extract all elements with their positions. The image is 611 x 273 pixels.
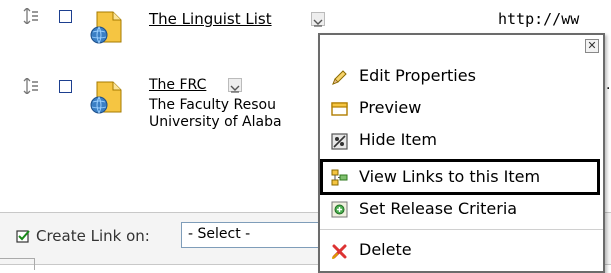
close-icon[interactable]: ✕ — [585, 39, 599, 53]
release-criteria-icon — [331, 201, 348, 218]
menu-item-delete[interactable]: Delete — [320, 235, 603, 267]
create-link-select[interactable]: - Select - — [181, 222, 321, 248]
menu-item-view-links[interactable]: View Links to this Item — [320, 159, 600, 195]
item-title-link[interactable]: The FRC — [149, 77, 206, 93]
context-menu-button[interactable] — [311, 12, 325, 27]
item-title-link[interactable]: The Linguist List — [149, 10, 272, 28]
menu-item-edit-properties[interactable]: Edit Properties — [320, 61, 603, 93]
item-url[interactable]: http://ww — [498, 10, 579, 28]
menu-item-label: Set Release Criteria — [359, 199, 518, 218]
menu-item-label: Hide Item — [359, 130, 437, 149]
menu-item-preview[interactable]: Preview — [320, 93, 603, 125]
pencil-icon — [332, 70, 347, 85]
preview-window-icon — [331, 102, 348, 116]
create-link-label: Create Link on: — [36, 227, 150, 245]
menu-item-label: Delete — [359, 240, 412, 259]
view-links-icon — [331, 169, 348, 186]
delete-x-icon — [332, 244, 347, 259]
drag-handle-icon[interactable] — [22, 8, 38, 24]
menu-item-set-release-criteria[interactable]: Set Release Criteria — [320, 199, 603, 225]
context-menu: ✕ Edit Properties Preview Hide Item View… — [318, 33, 605, 273]
item-description-line: The Faculty Resou — [149, 97, 276, 113]
chevron-down-icon — [313, 19, 323, 27]
drag-handle-icon[interactable] — [22, 78, 38, 94]
select-checkbox[interactable] — [59, 10, 72, 23]
context-menu-button[interactable] — [228, 78, 242, 93]
menu-item-label: View Links to this Item — [359, 167, 541, 186]
bottom-stub — [0, 258, 35, 270]
menu-item-label: Edit Properties — [359, 66, 476, 85]
overflow-dots: . — [606, 77, 611, 93]
chevron-down-icon — [230, 85, 240, 93]
web-link-icon — [90, 81, 122, 114]
select-checkbox[interactable] — [59, 80, 72, 93]
item-description-line: University of Alaba — [149, 114, 282, 130]
create-link-select-value: - Select - — [188, 226, 251, 242]
menu-separator — [320, 229, 603, 230]
hide-icon — [331, 133, 348, 150]
menu-item-label: Preview — [359, 98, 422, 117]
menu-item-hide-item[interactable]: Hide Item — [320, 125, 603, 157]
web-link-icon — [90, 11, 122, 44]
create-link-icon — [16, 230, 30, 243]
